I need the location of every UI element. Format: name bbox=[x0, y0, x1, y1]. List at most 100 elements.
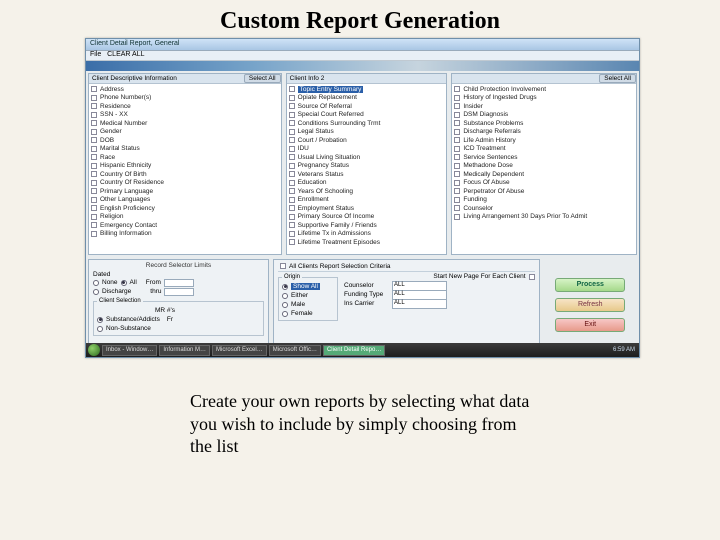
origin-radio[interactable] bbox=[282, 293, 288, 299]
list-item[interactable]: Hispanic Ethnicity bbox=[91, 162, 279, 171]
checkbox-icon[interactable] bbox=[91, 180, 97, 186]
radio-nonsubstance[interactable] bbox=[97, 326, 103, 332]
checkbox-icon[interactable] bbox=[454, 197, 460, 203]
menu-clear[interactable]: CLEAR ALL bbox=[107, 51, 144, 58]
checkbox-icon[interactable] bbox=[454, 163, 460, 169]
checkbox-icon[interactable] bbox=[91, 120, 97, 126]
checkbox-icon[interactable] bbox=[289, 188, 295, 194]
list-item[interactable]: Living Arrangement 30 Days Prior To Admi… bbox=[454, 213, 634, 222]
checkbox-icon[interactable] bbox=[454, 95, 460, 101]
list-item[interactable]: DOB bbox=[91, 136, 279, 145]
list-item[interactable]: Other Languages bbox=[91, 196, 279, 205]
list-item[interactable]: Source Of Referral bbox=[289, 102, 445, 111]
checkbox-icon[interactable] bbox=[454, 205, 460, 211]
list-item[interactable]: Enrollment bbox=[289, 196, 445, 205]
radio-none[interactable] bbox=[93, 280, 99, 286]
checkbox-icon[interactable] bbox=[91, 214, 97, 220]
checkbox-icon[interactable] bbox=[289, 180, 295, 186]
taskbar-button[interactable]: Information M… bbox=[159, 345, 210, 356]
checkbox-icon[interactable] bbox=[289, 120, 295, 126]
radio-discharge[interactable] bbox=[93, 289, 99, 295]
checkbox-icon[interactable] bbox=[289, 129, 295, 135]
checkbox-icon[interactable] bbox=[91, 86, 97, 92]
checkbox-icon[interactable] bbox=[454, 120, 460, 126]
list-item[interactable]: Service Sentences bbox=[454, 153, 634, 162]
list-item[interactable]: ICD Treatment bbox=[454, 145, 634, 154]
list-item[interactable]: Years Of Schooling bbox=[289, 187, 445, 196]
list-item[interactable]: Life Admin History bbox=[454, 136, 634, 145]
list-item[interactable]: Address bbox=[91, 85, 279, 94]
checkbox-icon[interactable] bbox=[289, 171, 295, 177]
list-clinical[interactable]: Child Protection InvolvementHistory of I… bbox=[452, 84, 636, 254]
taskbar-button[interactable]: Inbox - Window… bbox=[102, 345, 157, 356]
checkbox-icon[interactable] bbox=[91, 154, 97, 160]
checkbox-icon[interactable] bbox=[454, 103, 460, 109]
checkbox-icon[interactable] bbox=[91, 188, 97, 194]
menu-file[interactable]: File bbox=[90, 51, 101, 58]
list-item[interactable]: Veterans Status bbox=[289, 170, 445, 179]
checkbox-icon[interactable] bbox=[289, 197, 295, 203]
list-item[interactable]: Discharge Referrals bbox=[454, 128, 634, 137]
checkbox-icon[interactable] bbox=[91, 222, 97, 228]
list-item[interactable]: Religion bbox=[91, 213, 279, 222]
list-item[interactable]: Substance Problems bbox=[454, 119, 634, 128]
checkbox-icon[interactable] bbox=[289, 205, 295, 211]
list-item[interactable]: Emergency Contact bbox=[91, 221, 279, 230]
start-orb-icon[interactable] bbox=[88, 344, 100, 356]
checkbox-icon[interactable] bbox=[289, 231, 295, 237]
checkbox-icon[interactable] bbox=[454, 86, 460, 92]
origin-radio[interactable] bbox=[282, 284, 288, 290]
checkbox-icon[interactable] bbox=[454, 129, 460, 135]
checkbox-icon[interactable] bbox=[91, 103, 97, 109]
origin-radio[interactable] bbox=[282, 311, 288, 317]
list-item[interactable]: Child Protection Involvement bbox=[454, 85, 634, 94]
checkbox-icon[interactable] bbox=[91, 231, 97, 237]
list-item[interactable]: Conditions Surrounding Trmt bbox=[289, 119, 445, 128]
list-item[interactable]: Special Court Referred bbox=[289, 111, 445, 120]
checkbox-icon[interactable] bbox=[91, 146, 97, 152]
start-page-checkbox[interactable] bbox=[529, 274, 535, 280]
list-item[interactable]: Race bbox=[91, 153, 279, 162]
list-item[interactable]: Methadone Dose bbox=[454, 162, 634, 171]
checkbox-icon[interactable] bbox=[289, 112, 295, 118]
process-button[interactable]: Process bbox=[555, 278, 625, 292]
list-item[interactable]: Country Of Residence bbox=[91, 179, 279, 188]
checkbox-icon[interactable] bbox=[289, 103, 295, 109]
list-item[interactable]: Legal Status bbox=[289, 128, 445, 137]
checkbox-icon[interactable] bbox=[91, 163, 97, 169]
checkbox-icon[interactable] bbox=[91, 171, 97, 177]
list-item[interactable]: Education bbox=[289, 179, 445, 188]
checkbox-icon[interactable] bbox=[454, 188, 460, 194]
list-item[interactable]: Primary Source Of Income bbox=[289, 213, 445, 222]
list-item[interactable]: Primary Language bbox=[91, 187, 279, 196]
list-item[interactable]: Topic Entry Summary bbox=[289, 85, 445, 94]
list-item[interactable]: SSN - XX bbox=[91, 111, 279, 120]
list-item[interactable]: Supportive Family / Friends bbox=[289, 221, 445, 230]
list-item[interactable]: Medical Number bbox=[91, 119, 279, 128]
list-client-descriptive[interactable]: AddressPhone Number(s)ResidenceSSN - XXM… bbox=[89, 84, 281, 254]
thru-date-input[interactable] bbox=[164, 288, 194, 296]
checkbox-icon[interactable] bbox=[289, 214, 295, 220]
list-item[interactable]: Pregnancy Status bbox=[289, 162, 445, 171]
selection-criteria-checkbox[interactable] bbox=[280, 263, 286, 269]
inscarrier-select[interactable]: ALL bbox=[392, 299, 447, 309]
from-date-input[interactable] bbox=[164, 279, 194, 287]
radio-substance[interactable] bbox=[97, 317, 103, 323]
refresh-button[interactable]: Refresh bbox=[555, 298, 625, 312]
list-item[interactable]: Phone Number(s) bbox=[91, 94, 279, 103]
checkbox-icon[interactable] bbox=[91, 129, 97, 135]
list-item[interactable]: English Proficiency bbox=[91, 204, 279, 213]
checkbox-icon[interactable] bbox=[454, 146, 460, 152]
checkbox-icon[interactable] bbox=[91, 95, 97, 101]
checkbox-icon[interactable] bbox=[289, 163, 295, 169]
origin-radio[interactable] bbox=[282, 302, 288, 308]
panel-right-selectall-button[interactable]: Select All bbox=[599, 74, 636, 83]
list-item[interactable]: Gender bbox=[91, 128, 279, 137]
list-item[interactable]: Lifetime Tx in Admissions bbox=[289, 230, 445, 239]
list-item[interactable]: Usual Living Situation bbox=[289, 153, 445, 162]
list-item[interactable]: Medically Dependent bbox=[454, 170, 634, 179]
list-item[interactable]: DSM Diagnosis bbox=[454, 111, 634, 120]
list-item[interactable]: Counselor bbox=[454, 204, 634, 213]
checkbox-icon[interactable] bbox=[454, 214, 460, 220]
checkbox-icon[interactable] bbox=[289, 137, 295, 143]
